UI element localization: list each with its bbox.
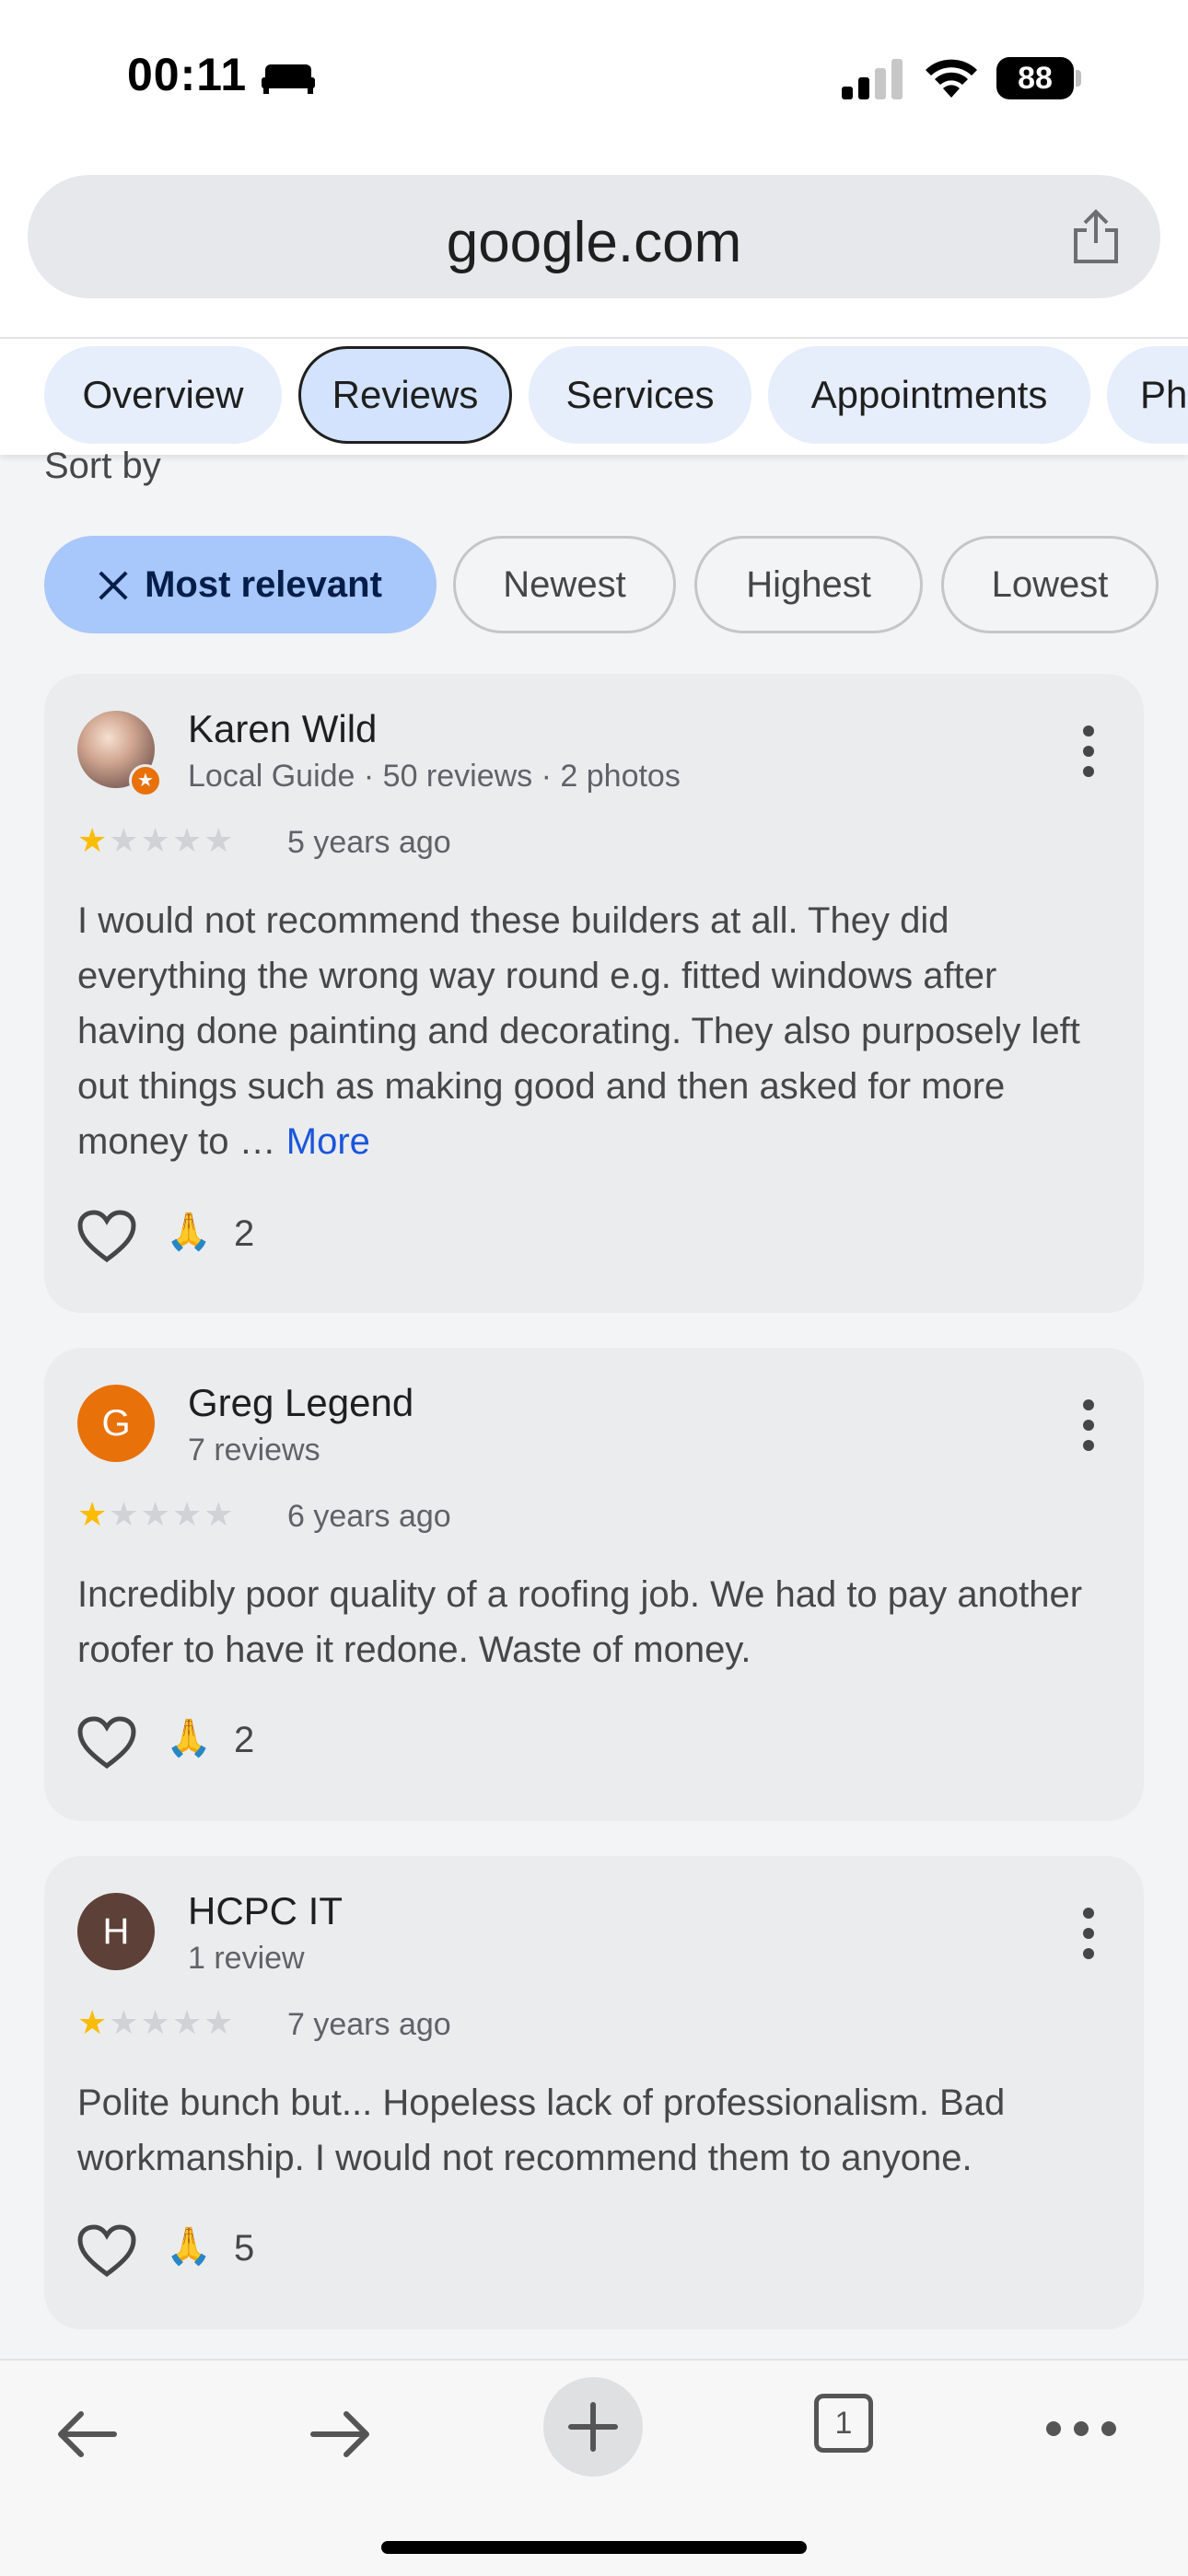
back-arrow-icon[interactable] bbox=[50, 2397, 123, 2471]
status-bar: 00:11 88 bbox=[0, 0, 1188, 157]
home-indicator[interactable] bbox=[381, 2541, 807, 2554]
place-tabs: Overview Reviews Services Appointments P… bbox=[0, 337, 1188, 455]
url-text[interactable]: google.com bbox=[28, 210, 1160, 275]
review-text-content: I would not recommend these builders at … bbox=[77, 900, 1080, 1162]
reviewer-meta: 7 reviews bbox=[188, 1433, 320, 1468]
heart-icon[interactable] bbox=[77, 2224, 136, 2278]
battery-cap bbox=[1076, 70, 1081, 87]
star-rating: ★★★★★ bbox=[77, 2003, 236, 2041]
star-rating: ★★★★★ bbox=[77, 821, 236, 859]
tab-switcher-button[interactable]: 1 bbox=[814, 2394, 873, 2453]
review-age: 6 years ago bbox=[287, 1499, 451, 1534]
tab-reviews[interactable]: Reviews bbox=[298, 346, 512, 444]
review-card: G Greg Legend 7 reviews ★★★★★ 6 years ag… bbox=[44, 1348, 1144, 1821]
reaction-count: 2 bbox=[234, 1213, 255, 1254]
local-guide-badge-icon: ★ bbox=[129, 764, 162, 797]
battery-indicator: 88 bbox=[996, 57, 1083, 99]
sort-chip-highest[interactable]: Highest bbox=[694, 536, 923, 633]
avatar[interactable]: G bbox=[77, 1385, 155, 1462]
share-icon[interactable] bbox=[1070, 208, 1122, 265]
new-tab-button[interactable] bbox=[543, 2377, 643, 2477]
review-card: H HCPC IT 1 review ★★★★★ 7 years ago Pol… bbox=[44, 1856, 1144, 2329]
chip-label: Most relevant bbox=[145, 564, 382, 605]
sort-chip-most-relevant[interactable]: Most relevant bbox=[44, 536, 437, 633]
avatar[interactable]: H bbox=[77, 1893, 155, 1970]
wifi-icon bbox=[926, 59, 977, 98]
sort-by-label: Sort by bbox=[44, 446, 161, 486]
more-link[interactable]: More bbox=[286, 1121, 370, 1162]
close-icon bbox=[99, 571, 128, 600]
review-text: Incredibly poor quality of a roofing job… bbox=[77, 1574, 1083, 1670]
reviewer-name[interactable]: Greg Legend bbox=[188, 1381, 413, 1425]
more-options-icon[interactable] bbox=[1081, 725, 1096, 777]
status-time: 00:11 bbox=[127, 49, 248, 100]
more-options-icon[interactable] bbox=[1081, 1908, 1096, 1959]
reviewer-meta: Local Guide · 50 reviews · 2 photos bbox=[188, 759, 681, 794]
plus-icon bbox=[568, 2402, 618, 2452]
sleep-mode-icon bbox=[262, 64, 315, 94]
pray-emoji-icon[interactable]: 🙏 bbox=[166, 1716, 212, 1759]
review-text: Polite bunch but... Hopeless lack of pro… bbox=[77, 2083, 1006, 2178]
tab-appointments[interactable]: Appointments bbox=[768, 346, 1090, 444]
reaction-count: 5 bbox=[234, 2228, 255, 2269]
pray-emoji-icon[interactable]: 🙏 bbox=[166, 2224, 212, 2268]
address-bar[interactable]: google.com bbox=[28, 175, 1160, 298]
sort-chip-newest[interactable]: Newest bbox=[453, 536, 676, 633]
star-rating: ★★★★★ bbox=[77, 1495, 236, 1533]
review-age: 7 years ago bbox=[287, 2007, 451, 2042]
cellular-signal-icon bbox=[842, 59, 903, 99]
heart-icon[interactable] bbox=[77, 1716, 136, 1770]
more-options-icon[interactable] bbox=[1081, 1399, 1096, 1451]
review-age: 5 years ago bbox=[287, 825, 451, 860]
more-menu-icon[interactable] bbox=[1046, 2421, 1116, 2436]
pray-emoji-icon[interactable]: 🙏 bbox=[166, 1210, 212, 1253]
forward-arrow-icon[interactable] bbox=[304, 2397, 378, 2471]
review-text: I would not recommend these builders at … bbox=[77, 893, 1109, 1169]
sort-chip-lowest[interactable]: Lowest bbox=[941, 536, 1159, 633]
address-bar-area: google.com bbox=[0, 157, 1188, 337]
reviewer-name[interactable]: Karen Wild bbox=[188, 707, 377, 751]
tab-photos[interactable]: Ph bbox=[1107, 346, 1188, 444]
review-card: ★ Karen Wild Local Guide · 50 reviews · … bbox=[44, 674, 1144, 1313]
tab-services[interactable]: Services bbox=[529, 346, 751, 444]
tab-overview[interactable]: Overview bbox=[44, 346, 282, 444]
reviewer-meta: 1 review bbox=[188, 1941, 305, 1976]
heart-icon[interactable] bbox=[77, 1210, 136, 1263]
battery-level: 88 bbox=[996, 57, 1074, 99]
reaction-count: 2 bbox=[234, 1720, 255, 1760]
reviewer-name[interactable]: HCPC IT bbox=[188, 1889, 343, 1933]
